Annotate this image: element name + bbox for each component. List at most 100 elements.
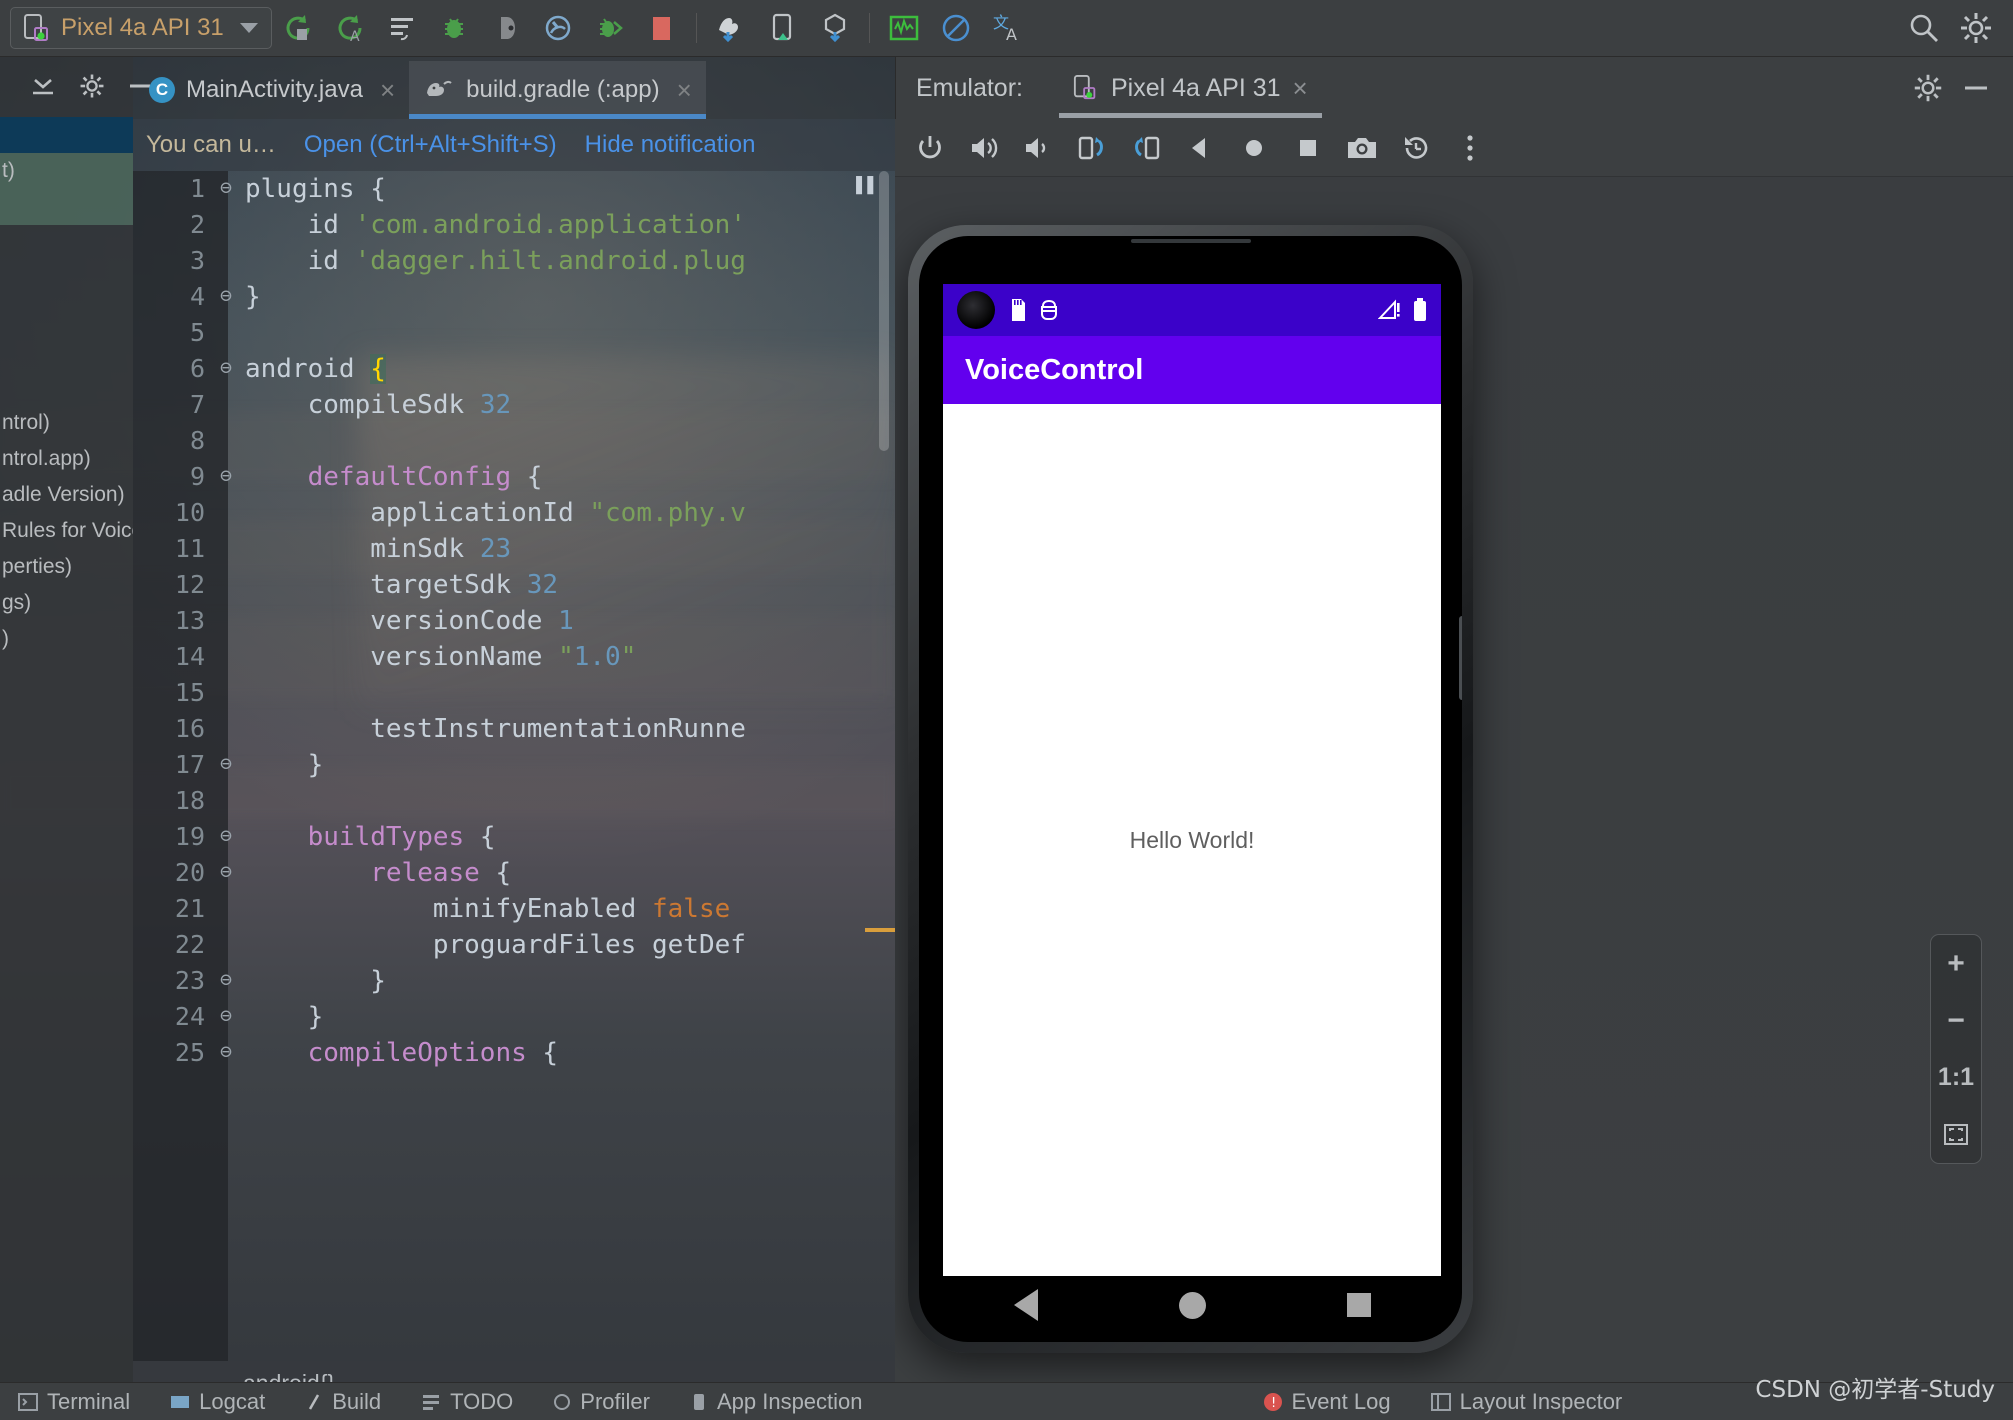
notification-hide-link[interactable]: Hide notification (585, 131, 756, 159)
run-config-icon[interactable] (379, 5, 425, 51)
tab-close-icon[interactable]: × (677, 75, 692, 106)
minimize-icon[interactable] (1961, 75, 1991, 101)
status-item-label: Terminal (47, 1388, 131, 1414)
nav-home-button[interactable] (1178, 1291, 1206, 1319)
emulator-tab-pixel4a[interactable]: Pixel 4a API 31 × (1058, 58, 1322, 118)
editor-scrollbar-thumb[interactable] (879, 171, 889, 451)
settings-gear-icon[interactable] (1953, 5, 1999, 51)
overview-icon[interactable] (1285, 125, 1331, 171)
status-item-terminal[interactable]: Terminal (18, 1389, 130, 1415)
app-title: VoiceControl (965, 353, 1144, 386)
project-row[interactable]: perties) (0, 549, 133, 585)
hello-world-text: Hello World! (1129, 826, 1255, 853)
code-fold-toggle[interactable]: ⊖ (217, 1033, 235, 1069)
no-entry-icon[interactable] (933, 5, 979, 51)
status-item-label: Layout Inspector (1459, 1388, 1623, 1414)
rerun-all-icon[interactable]: A (327, 5, 373, 51)
power-icon[interactable] (907, 125, 953, 171)
nav-recents-button[interactable] (1346, 1293, 1371, 1317)
settings-gear-icon[interactable] (79, 73, 105, 99)
line-number: 11 (174, 534, 205, 563)
status-item-profiler[interactable]: Profiler (553, 1389, 650, 1415)
code-fold-toggle[interactable]: ⊖ (217, 817, 235, 853)
tab-close-icon[interactable]: × (380, 75, 395, 106)
code-editor[interactable]: 1 ⊖ plugins {2 id 'com.android.application… (133, 171, 895, 1361)
attach-debugger-icon[interactable] (483, 5, 529, 51)
zoom-actual-size-button[interactable]: 1:1 (1931, 1049, 1981, 1106)
rotate-right-icon[interactable] (1123, 125, 1169, 171)
code-line: 15 (133, 675, 895, 711)
status-item-build[interactable]: Build (305, 1389, 381, 1415)
line-number: 23 (174, 966, 205, 995)
project-row[interactable]: Rules for Voice (0, 513, 133, 549)
editor-tabbar: C MainActivity.java × build.gradle (:app… (33, 57, 895, 119)
line-number: 12 (174, 570, 205, 599)
zoom-in-button[interactable]: + (1931, 935, 1981, 992)
svg-text:A: A (1006, 25, 1017, 44)
code-fold-toggle[interactable]: ⊖ (217, 997, 235, 1033)
settings-gear-icon[interactable] (1913, 73, 1943, 103)
project-row[interactable]: ntrol) (0, 405, 133, 441)
project-row[interactable]: ) (0, 621, 133, 657)
history-rollback-icon[interactable] (1393, 125, 1439, 171)
project-row[interactable] (0, 189, 133, 225)
sdk-manager-icon[interactable] (812, 5, 858, 51)
project-row[interactable]: adle Version) (0, 477, 133, 513)
code-text: } (245, 966, 386, 996)
status-item-layout-inspector[interactable]: Layout Inspector (1430, 1388, 1623, 1415)
code-line: 21 minifyEnabled false (133, 891, 895, 927)
nav-back-button[interactable] (1013, 1289, 1038, 1321)
tab-build-gradle-app[interactable]: build.gradle (:app) × (409, 61, 706, 119)
volume-down-icon[interactable] (1015, 125, 1061, 171)
rerun-icon[interactable] (275, 5, 321, 51)
debug-icon[interactable] (431, 5, 477, 51)
code-line: 3 id 'dagger.hilt.android.plug (133, 243, 895, 279)
project-panel-sliver[interactable]: t) ntrol) ntrol.app) adle Version) Rules… (0, 57, 133, 1420)
translate-icon[interactable]: 文 A (985, 5, 1031, 51)
line-number: 17 (174, 750, 205, 779)
status-item-logcat[interactable]: Logcat (170, 1389, 265, 1415)
status-item-event-log[interactable]: ! Event Log (1263, 1389, 1391, 1415)
zoom-out-button[interactable]: − (1931, 992, 1981, 1049)
profiler-icon[interactable] (535, 5, 581, 51)
search-icon[interactable] (1901, 5, 1947, 51)
device-power-button[interactable] (1459, 616, 1462, 700)
code-fold-toggle[interactable]: ⊖ (217, 349, 235, 385)
device-manager-icon[interactable] (760, 5, 806, 51)
project-row[interactable] (0, 117, 133, 153)
notification-message: You can u… (146, 131, 276, 158)
collapse-all-icon[interactable] (29, 73, 57, 99)
code-lines: 1 ⊖ plugins {2 id 'com.android.application… (133, 171, 895, 1071)
volume-up-icon[interactable] (961, 125, 1007, 171)
code-fold-toggle[interactable]: ⊖ (217, 457, 235, 493)
stop-icon[interactable] (639, 5, 685, 51)
code-fold-toggle[interactable]: ⊖ (217, 277, 235, 313)
rotate-left-icon[interactable] (1069, 125, 1115, 171)
home-icon[interactable] (1231, 125, 1277, 171)
project-row[interactable]: gs) (0, 585, 133, 621)
apply-changes-icon[interactable] (587, 5, 633, 51)
app-content-area[interactable]: Hello World! (943, 404, 1441, 1276)
project-row[interactable]: t) (0, 153, 133, 189)
code-fold-toggle[interactable]: ⊖ (217, 171, 235, 205)
screenshot-camera-icon[interactable] (1339, 125, 1385, 171)
tab-label: build.gradle (:app) (466, 76, 660, 103)
battery-icon (1413, 298, 1427, 322)
project-row[interactable]: ntrol.app) (0, 441, 133, 477)
layout-inspector-icon[interactable] (881, 5, 927, 51)
tab-mainactivity-java[interactable]: C MainActivity.java × (133, 61, 409, 119)
code-fold-toggle[interactable]: ⊖ (217, 961, 235, 997)
code-line: 4 ⊖} (133, 279, 895, 315)
emulator-tab-close-icon[interactable]: × (1293, 73, 1308, 104)
device-selector-dropdown[interactable]: Pixel 4a API 31 (10, 7, 272, 49)
device-screen[interactable]: VoiceControl Hello World! (943, 284, 1441, 1276)
code-fold-toggle[interactable]: ⊖ (217, 745, 235, 781)
avd-manager-icon[interactable] (708, 5, 754, 51)
zoom-fit-button[interactable] (1931, 1106, 1981, 1163)
code-fold-toggle[interactable]: ⊖ (217, 853, 235, 889)
status-item-app-inspection[interactable]: App Inspection (690, 1389, 863, 1415)
back-icon[interactable] (1177, 125, 1223, 171)
notification-open-link[interactable]: Open (Ctrl+Alt+Shift+S) (304, 131, 557, 159)
more-vertical-icon[interactable] (1447, 125, 1493, 171)
status-item-todo[interactable]: TODO (421, 1389, 513, 1415)
